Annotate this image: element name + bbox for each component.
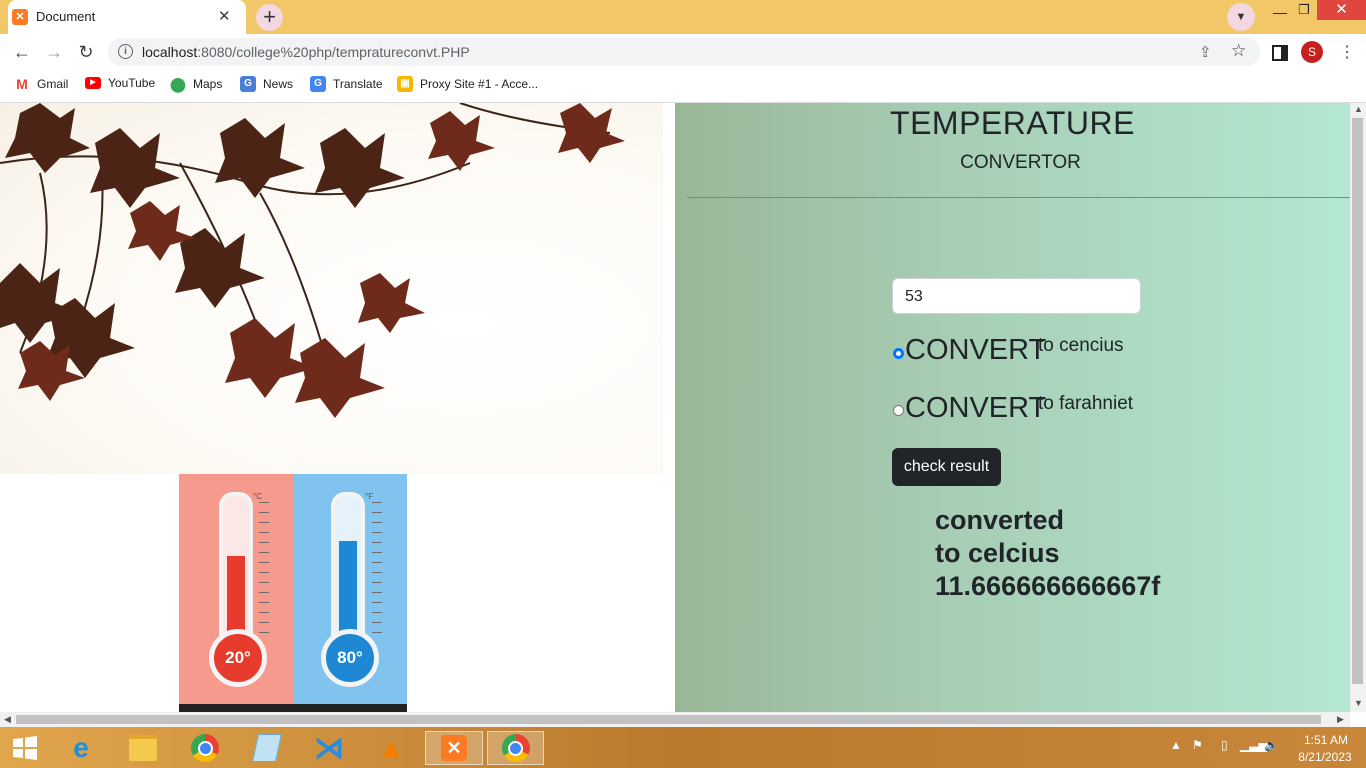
maximize-icon[interactable]: ❐: [1292, 2, 1316, 22]
internet-explorer-icon[interactable]: e: [64, 731, 98, 765]
clock-time[interactable]: 1:51 AM: [1300, 733, 1352, 747]
horizontal-scroll-thumb[interactable]: [16, 715, 1321, 724]
bookmark-proxy[interactable]: ▣ Proxy Site #1 - Acce...: [397, 76, 538, 92]
url-host: localhost: [142, 44, 198, 60]
option-celsius-label: CONVERT: [905, 334, 1047, 366]
chrome-profile-icon: [501, 734, 530, 762]
result-line-2: to celcius: [935, 538, 1060, 568]
thermometer-image: °C 20° °F 80°: [179, 474, 407, 712]
translate-icon: G: [310, 76, 326, 92]
bookmark-label: News: [263, 77, 294, 91]
tab-close-icon[interactable]: ✕: [218, 7, 231, 25]
notepad-taskbar-icon[interactable]: [250, 731, 284, 765]
bookmark-youtube[interactable]: ▶ YouTube: [85, 76, 155, 90]
celsius-tube: [219, 492, 253, 650]
celsius-unit: °C: [253, 492, 262, 501]
bookmark-label: Gmail: [37, 77, 69, 91]
vscode-icon[interactable]: ⋊: [312, 731, 346, 765]
menu-icon[interactable]: ⋮: [1339, 42, 1355, 62]
maps-icon: ⬤: [170, 76, 186, 92]
back-icon[interactable]: ←: [11, 41, 33, 63]
chrome-active-taskbar-button[interactable]: [487, 731, 544, 765]
side-panel-icon[interactable]: [1272, 45, 1288, 61]
profile-avatar[interactable]: S: [1301, 41, 1323, 63]
show-hidden-icons[interactable]: ▲: [1170, 738, 1182, 752]
share-icon[interactable]: ⇪: [1199, 43, 1212, 61]
scroll-down-icon[interactable]: ▼: [1354, 698, 1363, 708]
converter-panel: TEMPERATURE CONVERTOR 53 CONVERT to cenc…: [675, 103, 1350, 712]
volume-icon[interactable]: 🔈: [1264, 738, 1279, 752]
result-line-1: converted: [935, 505, 1065, 535]
bookmark-label: Maps: [193, 77, 223, 91]
bookmark-label: YouTube: [108, 76, 156, 90]
tab-title: Document: [36, 9, 96, 24]
radio-to-celsius[interactable]: [893, 348, 904, 359]
xampp-taskbar-button[interactable]: ✕: [425, 731, 483, 765]
page-subtitle: CONVERTOR: [960, 152, 1081, 173]
fahrenheit-tube: [331, 492, 365, 650]
news-icon: G: [240, 76, 256, 92]
result-value: 11.666666666667f: [935, 571, 1161, 601]
option-fahrenheit-label: CONVERT: [905, 392, 1047, 424]
new-tab-button[interactable]: +: [256, 4, 283, 31]
vlc-icon[interactable]: ▲: [374, 731, 408, 765]
bookmark-maps[interactable]: ⬤ Maps: [170, 76, 222, 92]
site-info-icon[interactable]: i: [118, 44, 133, 59]
reload-icon[interactable]: ↻: [75, 41, 97, 63]
bookmark-label: Proxy Site #1 - Acce...: [420, 77, 539, 91]
check-result-button[interactable]: check result: [892, 448, 1001, 486]
page-viewport: °C 20° °F 80° TEMPERATURE CONVERTOR 53 C…: [0, 103, 1350, 712]
radio-to-fahrenheit[interactable]: [893, 405, 904, 416]
url-path: :8080/college%20php/tempratureconvt.PHP: [197, 44, 470, 60]
maple-leaves-image: [0, 103, 663, 474]
action-center-flag-icon[interactable]: ⚑: [1192, 738, 1203, 752]
bookmark-star-icon[interactable]: ☆: [1231, 41, 1246, 61]
battery-icon[interactable]: ▯: [1221, 738, 1228, 752]
scroll-up-icon[interactable]: ▲: [1354, 104, 1363, 114]
notepad-icon: [252, 734, 282, 762]
url-text[interactable]: localhost:8080/college%20php/tempraturec…: [142, 44, 470, 60]
option-fahrenheit-suffix: to farahniet: [1038, 393, 1134, 414]
forward-icon[interactable]: →: [43, 41, 65, 63]
fahrenheit-unit: °F: [365, 492, 374, 501]
bookmark-translate[interactable]: G Translate: [310, 76, 383, 92]
celsius-reading: 20°: [209, 629, 267, 687]
option-celsius-suffix: to cencius: [1038, 335, 1124, 356]
tab-search-icon[interactable]: ▼: [1227, 3, 1255, 31]
image-footer-strip: [179, 704, 407, 712]
bookmark-news[interactable]: G News: [240, 76, 293, 92]
vertical-scroll-thumb[interactable]: [1352, 118, 1363, 684]
fahrenheit-scale: [372, 502, 382, 642]
chrome-taskbar-icon[interactable]: [188, 731, 222, 765]
scroll-left-icon[interactable]: ◀: [4, 714, 11, 725]
gmail-icon: M: [16, 76, 28, 92]
window-close-icon[interactable]: ✕: [1317, 0, 1366, 20]
clock-date[interactable]: 8/21/2023: [1294, 750, 1356, 764]
celsius-scale: [259, 502, 269, 642]
divider: [687, 197, 1350, 198]
bookmark-label: Translate: [333, 77, 383, 91]
xampp-icon: ✕: [441, 735, 467, 761]
minimize-icon[interactable]: —: [1268, 4, 1292, 24]
xampp-favicon-icon: ✕: [12, 9, 28, 25]
proxy-icon: ▣: [397, 76, 413, 92]
youtube-icon: ▶: [85, 77, 101, 89]
chrome-icon: [191, 734, 219, 762]
folder-icon: [129, 735, 157, 761]
bookmark-gmail[interactable]: M Gmail: [14, 76, 68, 92]
windows-logo-icon: [13, 736, 37, 760]
fahrenheit-reading: 80°: [321, 629, 379, 687]
start-button[interactable]: [8, 731, 42, 765]
file-explorer-icon[interactable]: [126, 731, 160, 765]
scroll-right-icon[interactable]: ▶: [1337, 714, 1344, 725]
page-title: TEMPERATURE: [890, 105, 1135, 141]
temperature-input[interactable]: 53: [892, 278, 1141, 314]
